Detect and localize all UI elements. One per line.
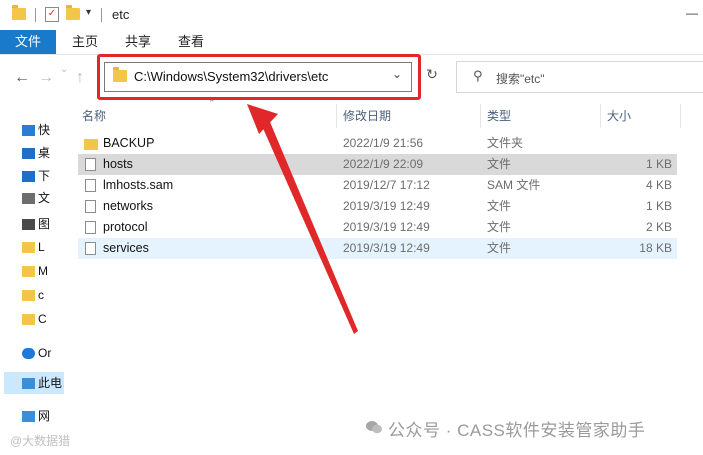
annotation-arrow-shaft [262, 122, 358, 334]
watermark-text: 公众号 · CASS软件安装管家助手 [388, 421, 646, 440]
corner-watermark: @大数据猎 [10, 434, 71, 448]
annotation-arrow [247, 104, 358, 334]
wechat-icon [366, 421, 382, 434]
annotation-arrow-head [247, 104, 278, 134]
